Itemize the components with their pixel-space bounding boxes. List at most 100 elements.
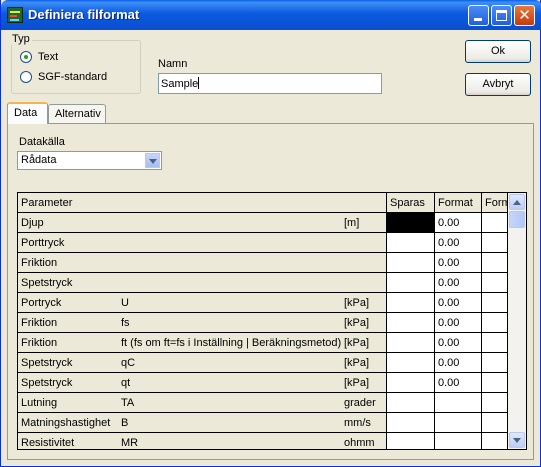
table-row[interactable]: Friktion ft (fs om ft=fs i Inställning | … [18, 333, 508, 353]
table-row[interactable]: Porttryck 0.00 [18, 233, 508, 253]
param-name: Portryck [21, 297, 62, 309]
format-cell[interactable]: 0.00 [435, 373, 482, 393]
table-header-row: Parameter Sparas Format Form [18, 193, 508, 213]
param-cell[interactable]: Djup [m] [18, 213, 387, 233]
param-cell[interactable]: Matningshastighet Bmm/s [18, 413, 387, 433]
app-icon[interactable] [7, 7, 23, 23]
sparas-cell[interactable] [387, 373, 435, 393]
radio-selected-icon[interactable] [20, 51, 32, 63]
format-2-cell[interactable] [482, 313, 508, 333]
parameter-table[interactable]: Parameter Sparas Format Form Djup [m] 0.00… [17, 192, 527, 450]
sparas-cell[interactable] [387, 433, 435, 449]
param-cell[interactable]: Resistivitet MR ohmm [18, 433, 387, 449]
format-cell[interactable]: 0.00 [435, 273, 482, 293]
table-row[interactable]: Spetstryck 0.00 [18, 273, 508, 293]
format-cell[interactable] [435, 433, 482, 449]
format-cell[interactable]: 0.00 [435, 353, 482, 373]
format-2-cell[interactable] [482, 273, 508, 293]
sparas-cell[interactable] [387, 213, 435, 233]
format-2-cell[interactable] [482, 293, 508, 313]
scroll-up-icon[interactable] [509, 194, 525, 210]
sparas-cell[interactable] [387, 313, 435, 333]
dialog-window: Definiera filformat ✕ Typ Text SGF-stand… [0, 0, 541, 467]
table-row[interactable]: Portryck U [kPa] 0.00 [18, 293, 508, 313]
param-cell[interactable]: Friktion [18, 253, 387, 273]
param-cell[interactable]: Lutning TA grader [18, 393, 387, 413]
maximize-button[interactable] [491, 5, 512, 26]
radio-unselected-icon[interactable] [20, 71, 32, 83]
radio-text-label: Text [38, 51, 59, 63]
table-row[interactable]: Friktion fs [kPa] 0.00 [18, 313, 508, 333]
sparas-cell[interactable] [387, 353, 435, 373]
sparas-cell[interactable] [387, 253, 435, 273]
radio-text[interactable]: Text [20, 50, 58, 64]
param-name: Porttryck [21, 237, 65, 249]
table-row[interactable]: Friktion 0.00 [18, 253, 508, 273]
vertical-scrollbar[interactable] [508, 193, 526, 449]
datasource-select[interactable]: Rådata [17, 151, 162, 170]
format-cell[interactable]: 0.00 [435, 253, 482, 273]
format-2-cell[interactable] [482, 353, 508, 373]
format-cell[interactable]: 0.00 [435, 213, 482, 233]
param-cell[interactable]: Portryck U [kPa] [18, 293, 387, 313]
table-row[interactable]: Resistivitet MR ohmm [18, 433, 508, 449]
format-cell[interactable]: 0.00 [435, 333, 482, 353]
format-2-cell[interactable] [482, 233, 508, 253]
table-row[interactable]: Spetstryck qt [kPa] 0.00 [18, 373, 508, 393]
sparas-cell[interactable] [387, 333, 435, 353]
table-row[interactable]: Matningshastighet Bmm/s [18, 413, 508, 433]
scroll-thumb[interactable] [509, 211, 525, 228]
scroll-down-icon[interactable] [509, 432, 525, 448]
format-cell[interactable] [435, 413, 482, 433]
sparas-cell[interactable] [387, 233, 435, 253]
sparas-cell[interactable] [387, 413, 435, 433]
format-2-cell[interactable] [482, 333, 508, 353]
sparas-cell[interactable] [387, 393, 435, 413]
table-row[interactable]: Spetstryck qC [kPa] 0.00 [18, 353, 508, 373]
window-title: Definiera filformat [28, 7, 140, 22]
table-row[interactable]: Lutning TA grader [18, 393, 508, 413]
param-cell[interactable]: Porttryck [18, 233, 387, 253]
tab-alternativ[interactable]: Alternativ [48, 104, 106, 123]
param-unit: [kPa] [344, 357, 370, 369]
format-cell[interactable]: 0.00 [435, 293, 482, 313]
param-cell[interactable]: Spetstryck qC [kPa] [18, 353, 387, 373]
format-cell[interactable]: 0.00 [435, 233, 482, 253]
table-row[interactable]: Djup [m] 0.00 [18, 213, 508, 233]
name-input[interactable]: Sample [158, 73, 382, 94]
format-2-cell[interactable] [482, 393, 508, 413]
minimize-button[interactable] [468, 5, 489, 26]
close-button[interactable]: ✕ [514, 5, 535, 26]
param-name: Lutning [21, 397, 58, 409]
radio-sgf-standard[interactable]: SGF-standard [20, 70, 107, 84]
param-name: Djup [21, 217, 44, 229]
text-caret [198, 77, 200, 89]
param-unit: [kPa] [344, 317, 370, 329]
type-groupbox [11, 40, 141, 94]
title-bar[interactable]: Definiera filformat ✕ [1, 0, 541, 30]
format-cell[interactable]: 0.00 [435, 313, 482, 333]
format-cell[interactable] [435, 393, 482, 413]
param-cell[interactable]: Spetstryck [18, 273, 387, 293]
sparas-cell[interactable] [387, 273, 435, 293]
format-2-cell[interactable] [482, 413, 508, 433]
cancel-button[interactable]: Avbryt [465, 73, 531, 96]
header-format-2[interactable]: Form [482, 193, 508, 213]
header-parameter[interactable]: Parameter [18, 193, 387, 213]
format-2-cell[interactable] [482, 433, 508, 449]
type-group-legend: Typ [10, 33, 32, 45]
chevron-down-icon[interactable] [145, 153, 160, 168]
header-format[interactable]: Format [435, 193, 482, 213]
header-sparas[interactable]: Sparas [387, 193, 435, 213]
ok-button[interactable]: Ok [465, 40, 531, 63]
format-2-cell[interactable] [482, 253, 508, 273]
sparas-cell[interactable] [387, 293, 435, 313]
param-cell[interactable]: Friktion ft (fs om ft=fs i Inställning | … [18, 333, 387, 353]
param-cell[interactable]: Spetstryck qt [kPa] [18, 373, 387, 393]
format-2-cell[interactable] [482, 373, 508, 393]
format-2-cell[interactable] [482, 213, 508, 233]
param-unit: [kPa] [344, 377, 370, 389]
param-cell[interactable]: Friktion fs [kPa] [18, 313, 387, 333]
tab-data[interactable]: Data [7, 102, 48, 124]
param-unit: [kPa] [344, 337, 370, 349]
